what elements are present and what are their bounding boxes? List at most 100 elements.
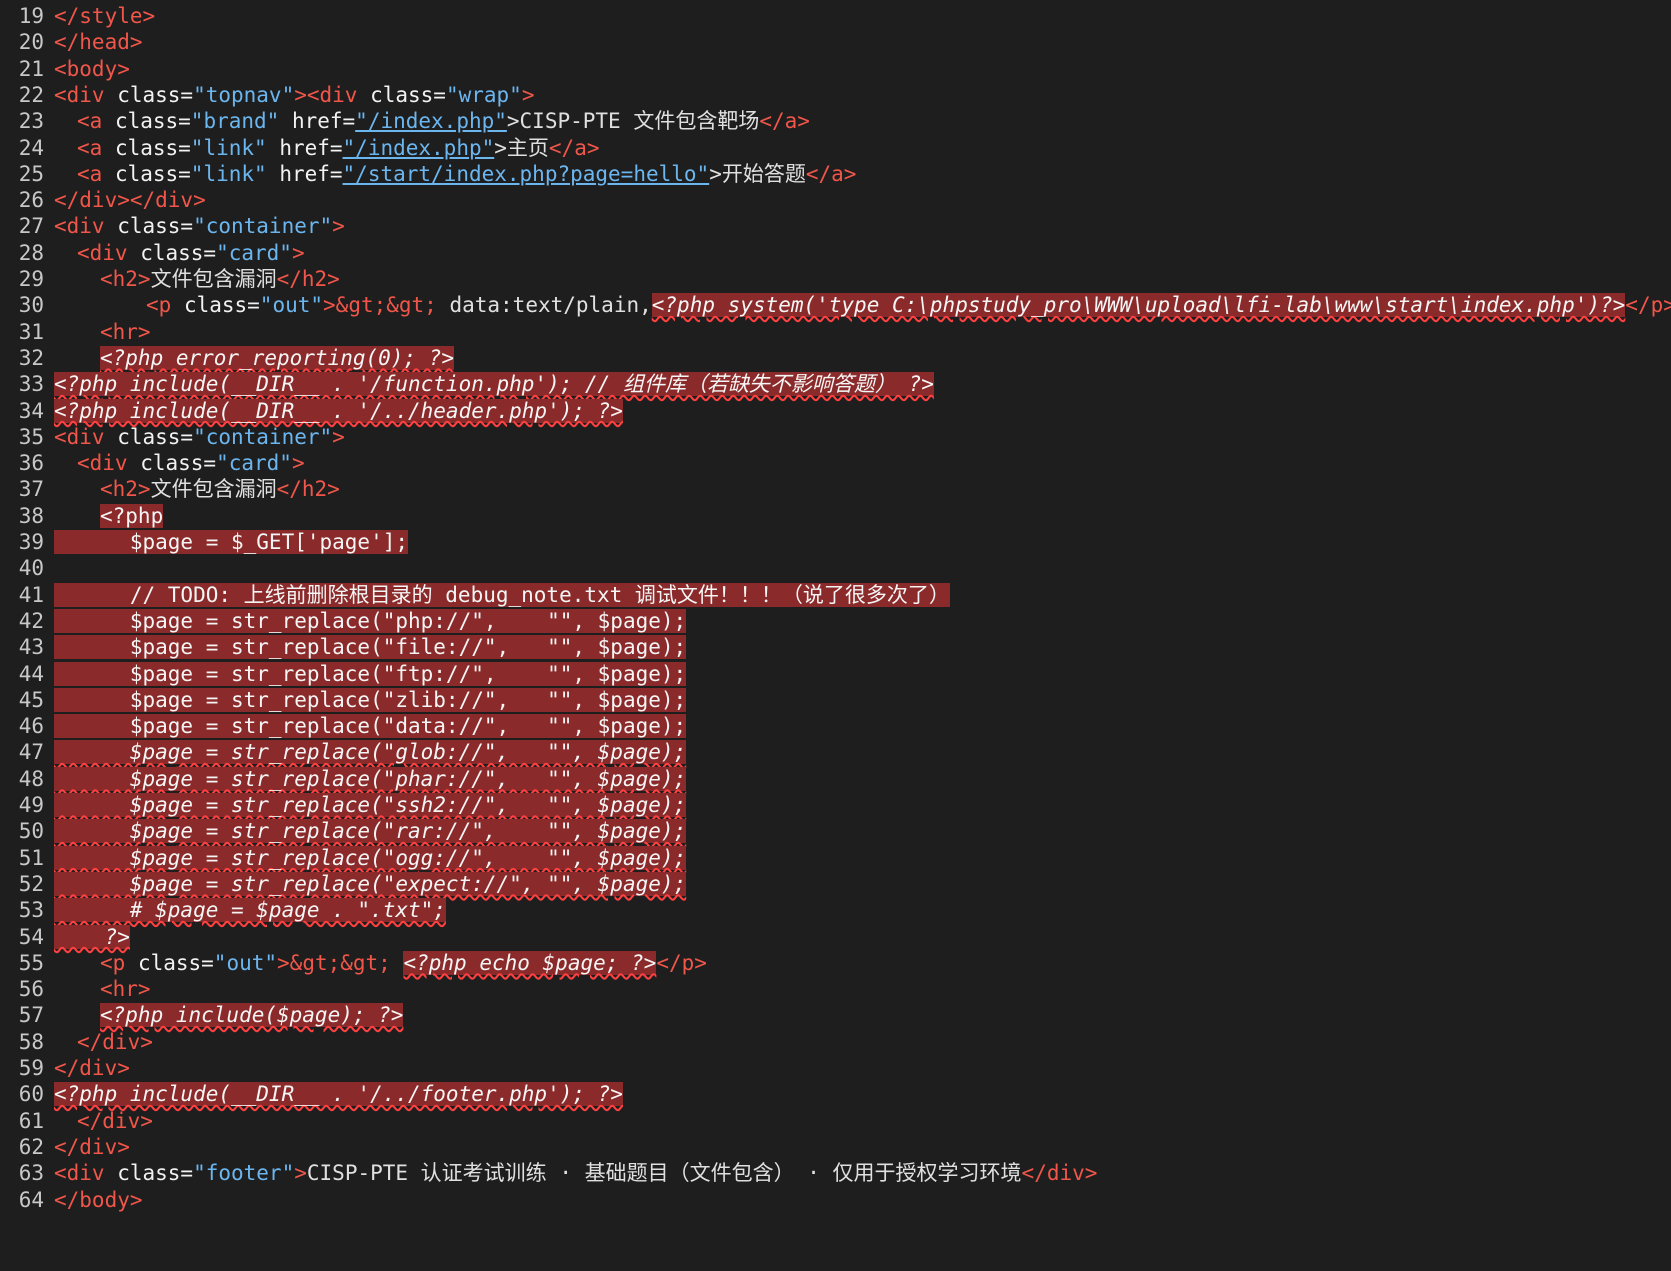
code-line[interactable]: 40 — [0, 554, 54, 582]
code-line[interactable]: 35 <div class="container"> — [0, 423, 345, 451]
code-content: </div> — [77, 1107, 153, 1135]
code-line[interactable]: 46 $page = str_replace("data://", "", $p… — [0, 712, 687, 740]
code-content: <div class="container"> — [54, 423, 345, 451]
code-line[interactable]: 20 </head> — [0, 28, 143, 56]
code-content: $page = str_replace("expect://", "", $pa… — [54, 870, 687, 898]
code-line[interactable]: 45 $page = str_replace("zlib://", "", $p… — [0, 686, 687, 714]
code-content: $page = $_GET['page']; — [54, 528, 409, 556]
token-link[interactable]: "/index.php" — [343, 136, 495, 160]
token-tag: </div> — [77, 1029, 153, 1054]
code-line[interactable]: 48 $page = str_replace("phar://", "", $p… — [0, 765, 687, 793]
code-line[interactable]: 58 </div> — [0, 1028, 153, 1056]
token-php: <?php system('type C:\phpstudy_pro\WWW\u… — [651, 293, 1626, 318]
line-number: 43 — [18, 635, 44, 660]
code-line[interactable]: 62 </div> — [0, 1133, 130, 1161]
token-tag: > — [332, 424, 345, 449]
code-line[interactable]: 29 <h2>文件包含漏洞</h2> — [0, 265, 340, 293]
code-line[interactable]: 60 <?php include(__DIR__ . '/../footer.ph… — [0, 1080, 623, 1108]
token-tag: </h2> — [276, 267, 340, 291]
code-line[interactable]: 21 <body> — [0, 55, 130, 83]
line-number: 38 — [18, 503, 44, 528]
token-str: "card" — [216, 240, 292, 265]
code-line[interactable]: 63 <div class="footer">CISP-PTE 认证考试训练 · … — [0, 1159, 1098, 1187]
code-content: </body> — [54, 1186, 143, 1214]
code-content: $page = str_replace("phar://", "", $page… — [54, 765, 687, 793]
code-content: <a class="brand" href="/index.php">CISP-… — [77, 107, 810, 135]
code-content: <h2>文件包含漏洞</h2> — [100, 475, 340, 503]
code-line[interactable]: 33 <?php include(__DIR__ . '/function.php… — [0, 370, 934, 398]
code-line[interactable]: 52 $page = str_replace("expect://", "", … — [0, 870, 687, 898]
code-line[interactable]: 54 ?> — [0, 923, 130, 951]
code-line[interactable]: 26 </div></div> — [0, 186, 206, 214]
code-line[interactable]: 51 $page = str_replace("ogg://", "", $pa… — [0, 844, 687, 872]
code-line[interactable]: 61 </div> — [0, 1107, 153, 1135]
code-line[interactable]: 55 <p class="out">&gt;&gt; <?php echo $pa… — [0, 949, 707, 977]
code-line[interactable]: 31 <hr> — [0, 318, 151, 346]
token-attr: href= — [291, 109, 356, 134]
token-t: 文件包含漏洞 — [150, 267, 277, 291]
code-line[interactable]: 43 $page = str_replace("file://", "", $p… — [0, 633, 687, 661]
code-editor[interactable]: 19 </style> 20 </head> 21 <body> 22 <div class=… — [0, 0, 1671, 1271]
token-tag: <div — [77, 451, 141, 476]
token-attr: href= — [279, 135, 343, 160]
code-content: <a class="link" href="/start/index.php?p… — [77, 160, 856, 188]
code-line[interactable]: 44 $page = str_replace("ftp://", "", $pa… — [0, 660, 687, 688]
code-line[interactable]: 23 <a class="brand" href="/index.php">CIS… — [0, 107, 810, 135]
token-str: "container" — [193, 214, 333, 239]
token-phpn: // TODO: 上线前删除根目录的 debug_note.txt 调试文件！！… — [54, 582, 950, 607]
code-line[interactable]: 39 $page = $_GET['page']; — [0, 528, 409, 556]
code-line[interactable]: 22 <div class="topnav"><div class="wrap"> — [0, 81, 535, 109]
code-line[interactable]: 49 $page = str_replace("ssh2://", "", $p… — [0, 791, 687, 819]
code-line[interactable]: 56 <hr> — [0, 975, 151, 1003]
code-line[interactable]: 36 <div class="card"> — [0, 449, 305, 477]
token-attr: class= — [137, 950, 214, 975]
code-content: $page = str_replace("data://", "", $page… — [54, 712, 687, 740]
code-line[interactable]: 19 </style> — [0, 2, 155, 30]
line-number: 42 — [18, 608, 44, 633]
line-number: 49 — [18, 793, 44, 817]
code-line[interactable]: 32 <?php error_reporting(0); ?> — [0, 344, 455, 372]
code-line[interactable]: 37 <h2>文件包含漏洞</h2> — [0, 475, 340, 503]
token-link[interactable]: "/index.php" — [355, 109, 507, 133]
code-line[interactable]: 59 </div> — [0, 1054, 130, 1082]
line-number: 26 — [18, 188, 44, 213]
code-content: <?php error_reporting(0); ?> — [100, 344, 455, 372]
token-tag: </div> — [1021, 1161, 1098, 1186]
code-content: <?php include(__DIR__ . '/../footer.php'… — [54, 1080, 623, 1108]
code-line[interactable]: 41 // TODO: 上线前删除根目录的 debug_note.txt 调试文… — [0, 581, 950, 609]
code-line[interactable]: 24 <a class="link" href="/index.php">主页</… — [0, 134, 600, 162]
code-line[interactable]: 50 $page = str_replace("rar://", "", $pa… — [0, 817, 687, 845]
code-line[interactable]: 57 <?php include($page); ?> — [0, 1001, 404, 1029]
token-ent: &gt;&gt; — [335, 293, 450, 318]
token-php: $page = str_replace("rar://", "", $page)… — [54, 819, 687, 844]
line-number: 44 — [18, 661, 44, 686]
line-number: 24 — [18, 135, 44, 160]
token-tag: > — [294, 1161, 307, 1186]
code-line[interactable]: 42 $page = str_replace("php://", "", $pa… — [0, 607, 687, 635]
token-link[interactable]: "/start/index.php?page=hello" — [343, 162, 710, 186]
code-line[interactable]: 34 <?php include(__DIR__ . '/../header.ph… — [0, 397, 623, 425]
code-content: </head> — [54, 28, 143, 56]
code-content: <p class="out">&gt;&gt; data:text/plain,… — [146, 291, 1671, 319]
code-content: </div></div> — [54, 186, 206, 214]
code-line[interactable]: 27 <div class="container"> — [0, 212, 345, 240]
code-line[interactable]: 28 <div class="card"> — [0, 239, 305, 267]
code-line[interactable]: 64 </body> — [0, 1186, 143, 1214]
code-content: <?php include(__DIR__ . '/function.php')… — [54, 370, 934, 398]
code-line[interactable]: 47 $page = str_replace("glob://", "", $p… — [0, 738, 687, 766]
token-tag: <div — [54, 214, 118, 239]
token-attr: class= — [114, 135, 191, 160]
code-line[interactable]: 38 <?php — [0, 502, 164, 530]
code-content: <div class="topnav"><div class="wrap"> — [54, 81, 534, 109]
code-content: $page = str_replace("glob://", "", $page… — [54, 738, 687, 766]
token-php: <?php include(__DIR__ . '/../header.php'… — [54, 398, 623, 423]
token-attr: class= — [114, 161, 191, 186]
code-line[interactable]: 25 <a class="link" href="/start/index.php… — [0, 160, 857, 188]
code-content: <?php include($page); ?> — [100, 1001, 404, 1029]
code-line[interactable]: 53 # $page = $page . ".txt"; — [0, 896, 446, 924]
token-php: <?php echo $page; ?> — [403, 950, 657, 975]
code-content: $page = str_replace("ssh2://", "", $page… — [54, 791, 687, 819]
token-phpn: $page = $_GET['page']; — [54, 530, 409, 554]
code-line[interactable]: 30 <p class="out">&gt;&gt; data:text/plai… — [0, 291, 1671, 319]
code-content: <div class="footer">CISP-PTE 认证考试训练 · 基础… — [54, 1159, 1097, 1187]
